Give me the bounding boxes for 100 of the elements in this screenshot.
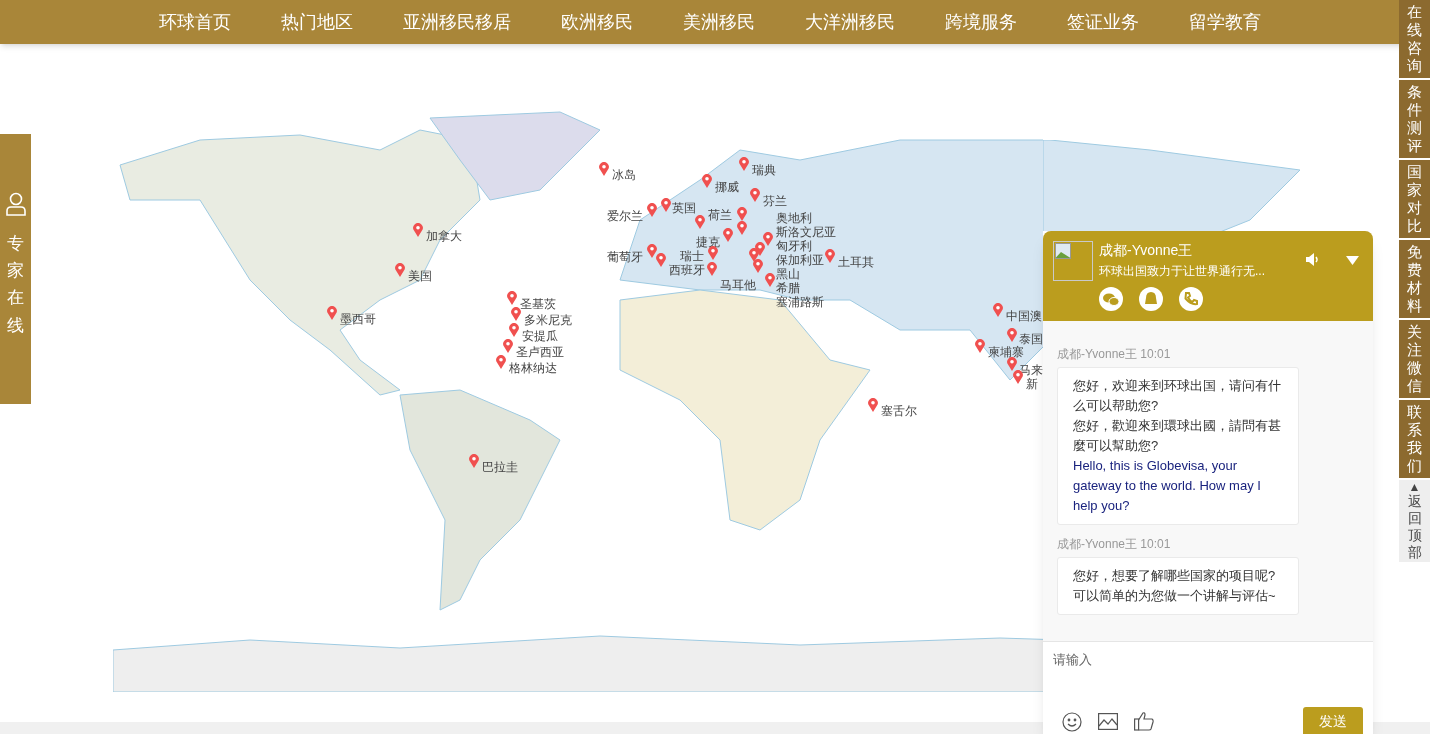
pin-label: 瑞士 bbox=[680, 250, 704, 263]
pin-label: 匈牙利 bbox=[776, 240, 812, 253]
expert-online-tab[interactable]: 专家在线 bbox=[0, 134, 31, 404]
pin-label: 中国澳 bbox=[1006, 310, 1042, 323]
agent-name: 成都-Yvonne王 bbox=[1099, 241, 1194, 259]
map-pin-icon[interactable] bbox=[327, 306, 337, 320]
side-menu-link[interactable]: 国家对比 bbox=[1399, 160, 1430, 238]
back-to-top-link[interactable]: ▲ 返回顶部 bbox=[1399, 480, 1430, 562]
map-pin-icon[interactable] bbox=[496, 355, 506, 369]
map-pin-icon[interactable] bbox=[825, 249, 835, 263]
map-pin-icon[interactable] bbox=[708, 246, 718, 260]
map-pin-icon[interactable] bbox=[511, 307, 521, 321]
qq-button[interactable] bbox=[1139, 287, 1163, 311]
pin-label: 荷兰 bbox=[708, 209, 732, 222]
side-menu-link[interactable]: 免费材料 bbox=[1399, 240, 1430, 318]
pin-label: 塞浦路斯 bbox=[776, 296, 824, 309]
map-pin-icon[interactable] bbox=[509, 323, 519, 337]
message-sender-time: 成都-Yvonne王 10:01 bbox=[1057, 346, 1172, 363]
map-pin-icon[interactable] bbox=[1007, 357, 1017, 371]
bell-icon bbox=[1145, 292, 1157, 306]
side-menu-link[interactable]: 关注微信 bbox=[1399, 320, 1430, 398]
pin-label: 瑞典 bbox=[752, 164, 776, 177]
send-button[interactable]: 发送 bbox=[1303, 707, 1363, 734]
map-pin-icon[interactable] bbox=[753, 259, 763, 273]
map-pin-icon[interactable] bbox=[413, 223, 423, 237]
pin-label: 泰国 bbox=[1019, 333, 1043, 346]
side-menu-link[interactable]: 联系我们 bbox=[1399, 400, 1430, 478]
speaker-icon[interactable] bbox=[1306, 253, 1321, 266]
pin-label: 多米尼克 bbox=[524, 314, 572, 327]
agent-tagline: 环球出国致力于让世界通行无... bbox=[1099, 263, 1265, 279]
map-pin-icon[interactable] bbox=[395, 263, 405, 277]
map-pin-icon[interactable] bbox=[707, 262, 717, 276]
nav-link[interactable]: 签证业务 bbox=[1067, 8, 1139, 36]
map-pin-icon[interactable] bbox=[599, 162, 609, 176]
message-text: Hello, this is Globevisa, your gateway to the world. How may I help you? bbox=[1073, 457, 1262, 515]
side-menu-link[interactable]: 在线咨询 bbox=[1399, 0, 1430, 78]
map-pin-icon[interactable] bbox=[993, 303, 1003, 317]
message-sender-time: 成都-Yvonne王 10:01 bbox=[1057, 536, 1172, 553]
thumbs-up-icon[interactable] bbox=[1134, 711, 1154, 731]
image-icon[interactable] bbox=[1098, 713, 1118, 730]
map-pin-icon[interactable] bbox=[647, 203, 657, 217]
pin-label: 塞舌尔 bbox=[881, 405, 917, 418]
nav-link[interactable]: 热门地区 bbox=[281, 8, 353, 36]
nav-link[interactable]: 环球首页 bbox=[159, 8, 231, 36]
caret-down-icon[interactable] bbox=[1346, 256, 1359, 265]
map-pin-icon[interactable] bbox=[661, 198, 671, 212]
map-pin-icon[interactable] bbox=[647, 244, 657, 258]
chat-bubbles-icon bbox=[1103, 292, 1119, 306]
map-pin-icon[interactable] bbox=[695, 215, 705, 229]
message-text: 您好，歡迎來到環球出國，請問有甚麼可以幫助您? bbox=[1073, 417, 1282, 455]
map-pin-icon[interactable] bbox=[975, 339, 985, 353]
map-pin-icon[interactable] bbox=[702, 174, 712, 188]
map-pin-icon[interactable] bbox=[765, 273, 775, 287]
pin-label: 加拿大 bbox=[426, 230, 462, 243]
nav-link[interactable]: 跨境服务 bbox=[945, 8, 1017, 36]
pin-label: 爱尔兰 bbox=[607, 210, 643, 223]
person-icon bbox=[5, 192, 26, 216]
nav-link[interactable]: 大洋洲移民 bbox=[805, 8, 895, 36]
pin-label: 捷克 bbox=[696, 236, 720, 249]
wechat-button[interactable] bbox=[1099, 287, 1123, 311]
map-pin-icon[interactable] bbox=[469, 454, 479, 468]
map-pin-icon[interactable] bbox=[507, 291, 517, 305]
pin-label: 冰岛 bbox=[612, 169, 636, 182]
broken-image-icon bbox=[1055, 243, 1071, 259]
phone-icon bbox=[1184, 292, 1198, 306]
pin-label: 西班牙 bbox=[669, 264, 705, 277]
map-pin-icon[interactable] bbox=[750, 188, 760, 202]
map-pin-icon[interactable] bbox=[868, 398, 878, 412]
map-pin-icon[interactable] bbox=[723, 228, 733, 242]
pin-label: 圣卢西亚 bbox=[516, 346, 564, 359]
pin-label: 黑山 bbox=[776, 268, 800, 281]
pin-label: 葡萄牙 bbox=[607, 251, 643, 264]
call-button[interactable] bbox=[1179, 287, 1203, 311]
map-pin-icon[interactable] bbox=[749, 248, 759, 262]
map-pin-icon[interactable] bbox=[739, 157, 749, 171]
map-pin-icon[interactable] bbox=[763, 232, 773, 246]
pin-label: 芬兰 bbox=[763, 195, 787, 208]
pin-label: 挪威 bbox=[715, 181, 739, 194]
map-pin-icon[interactable] bbox=[503, 339, 513, 353]
nav-link[interactable]: 留学教育 bbox=[1189, 8, 1261, 36]
smiley-icon[interactable] bbox=[1062, 712, 1082, 732]
map-pin-icon[interactable] bbox=[1007, 328, 1017, 342]
message-text: 您好，想要了解哪些国家的项目呢?可以简单的为您做一个讲解与评估~ bbox=[1073, 567, 1277, 605]
pin-label: 希腊 bbox=[776, 282, 800, 295]
side-menu-link[interactable]: 条件测评 bbox=[1399, 80, 1430, 158]
map-pin-icon[interactable] bbox=[737, 221, 747, 235]
map-pin-icon[interactable] bbox=[737, 207, 747, 221]
expert-online-label: 专家在线 bbox=[7, 233, 24, 337]
pin-label: 柬埔寨 bbox=[988, 346, 1024, 359]
message-input-field[interactable]: 请输入 bbox=[1053, 648, 1353, 670]
pin-label: 巴拉圭 bbox=[482, 461, 518, 474]
pin-label: 圣基茨 bbox=[520, 298, 556, 311]
pin-label: 奥地利 bbox=[776, 212, 812, 225]
nav-link[interactable]: 美洲移民 bbox=[683, 8, 755, 36]
map-pin-icon[interactable] bbox=[656, 253, 666, 267]
pin-label: 安提瓜 bbox=[522, 330, 558, 343]
pin-label: 斯洛文尼亚 bbox=[776, 226, 836, 239]
pin-label: 美国 bbox=[408, 270, 432, 283]
nav-link[interactable]: 亚洲移民移居 bbox=[403, 8, 511, 36]
nav-link[interactable]: 欧洲移民 bbox=[561, 8, 633, 36]
